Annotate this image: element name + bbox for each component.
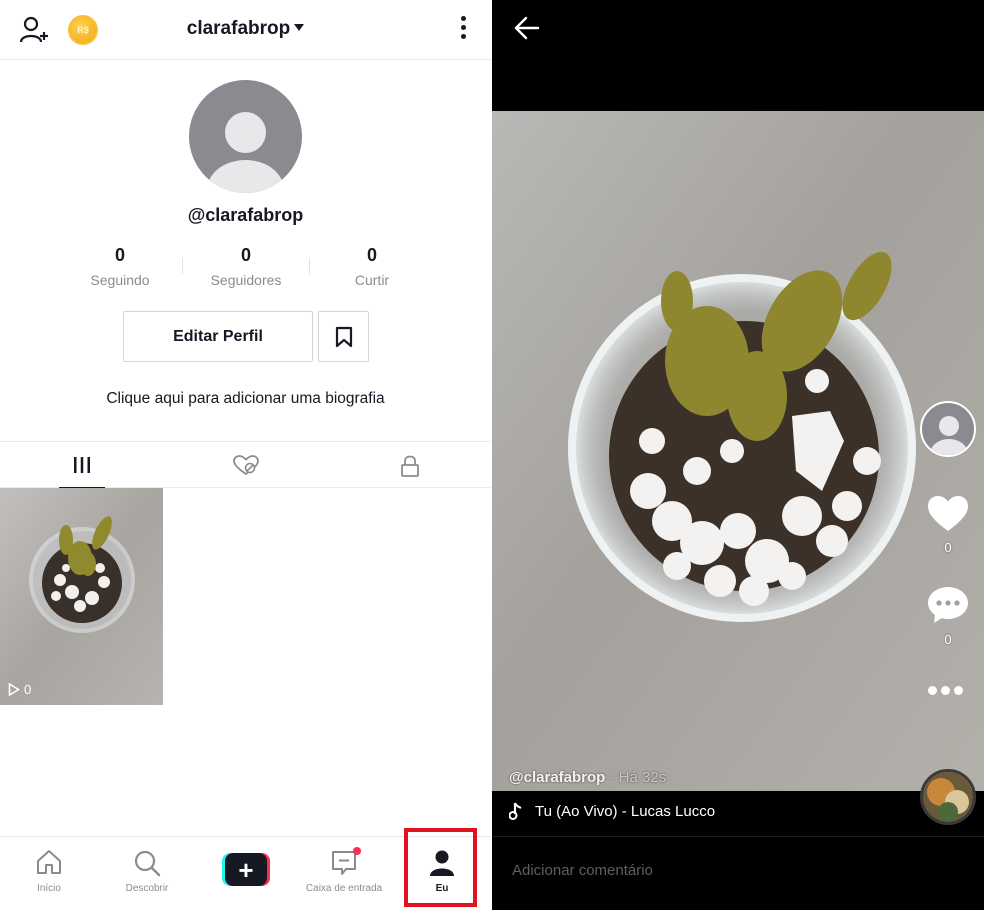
music-disc[interactable] [920,769,976,825]
plus-icon: + [225,853,267,886]
stat-following[interactable]: 0 Seguindo [65,245,175,288]
tab-videos[interactable] [0,442,163,489]
create-video-button[interactable]: + [222,853,270,886]
stat-followers[interactable]: 0 Seguidores [191,245,301,288]
vertical-dots-icon [460,16,466,21]
hidden-heart-icon [232,455,259,476]
nav-home[interactable]: Início [0,837,98,910]
profile-header: R$ clarafabrop [0,0,491,60]
video-thumbnail[interactable]: 0 [0,488,163,705]
comment-count: 0 [944,632,952,647]
lock-icon [400,455,419,477]
stat-label: Seguidores [210,272,282,288]
bookmark-icon [335,326,353,348]
profile-tabs [0,441,491,489]
grid-icon [73,457,90,473]
bio-prompt[interactable]: Clique aqui para adicionar uma biografia [0,390,491,408]
divider [492,836,984,837]
video-author[interactable]: @clarafabrop · Há 32s [509,769,666,786]
back-arrow-icon [514,16,540,40]
post-time: · Há 32s [605,769,667,786]
music-info[interactable]: Tu (Ao Vivo) - Lucas Lucco [509,802,715,820]
like-button[interactable]: 0 [920,495,976,555]
divider [309,258,310,274]
author-avatar[interactable] [920,401,976,457]
comment-button[interactable]: 0 [920,585,976,647]
share-button[interactable] [928,686,968,696]
play-icon [8,683,20,696]
tab-liked[interactable] [164,442,327,488]
cactus-video-frame [492,111,984,791]
tab-private[interactable] [328,442,491,488]
video-content[interactable] [492,111,984,791]
nav-label: Caixa de entrada [305,883,383,894]
stat-value: 0 [366,245,377,265]
video-player-screen: 0 0 @clarafabrop · Há 32s Tu (Ao Vivo) -… [492,0,984,910]
favorites-button[interactable] [318,311,369,362]
view-count: 0 [8,682,31,697]
like-count: 0 [944,540,952,555]
back-button[interactable] [514,16,540,45]
view-count-value: 0 [24,682,32,697]
divider [182,258,183,274]
account-switcher[interactable]: clarafabrop [0,18,491,40]
music-note-icon [509,802,522,820]
nav-label: Descobrir [125,883,169,894]
album-art-icon [923,772,973,822]
profile-screen: R$ clarafabrop @clarafabrop 0 Seguindo 0… [0,0,491,910]
music-title: Tu (Ao Vivo) - Lucas Lucco [535,802,716,820]
notification-dot [353,847,361,855]
stat-value: 0 [240,245,251,265]
account-username: clarafabrop [186,18,291,39]
highlight-annotation [404,828,477,907]
profile-avatar[interactable] [189,80,302,193]
nav-inbox[interactable]: Caixa de entrada [295,837,393,910]
heart-icon [928,496,968,531]
profile-handle: @clarafabrop [187,205,304,225]
stat-value: 0 [114,245,125,265]
stat-label: Curtir [354,272,390,288]
edit-profile-button[interactable]: Editar Perfil [123,311,313,362]
search-icon [134,850,161,877]
nav-label: Início [37,883,61,894]
more-dots-icon [928,686,937,695]
caret-down-icon [294,24,305,31]
author-handle: @clarafabrop [509,769,606,786]
more-options-button[interactable] [456,16,470,44]
stat-likes[interactable]: 0 Curtir [317,245,427,288]
cactus-thumbnail-image [0,488,163,705]
stat-label: Seguindo [90,272,150,288]
comment-input[interactable]: Adicionar comentário [512,862,653,879]
nav-discover[interactable]: Descobrir [98,837,196,910]
comment-bubble-icon [928,587,968,623]
home-icon [37,850,61,874]
